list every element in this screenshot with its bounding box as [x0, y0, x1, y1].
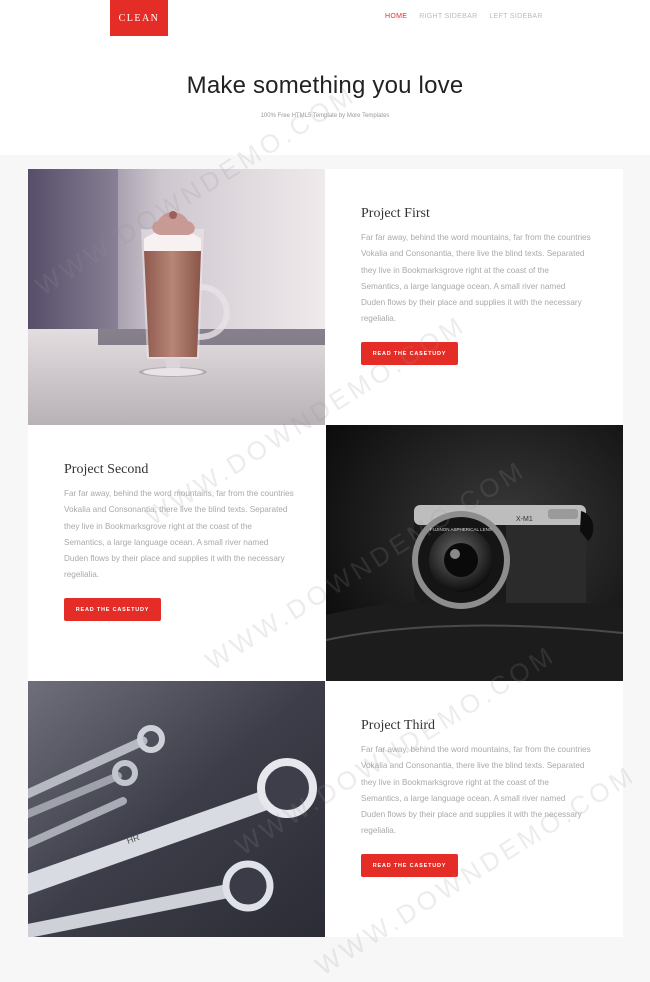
wrenches-image: HR [28, 681, 325, 937]
project-second-text: Project Second Far far away, behind the … [28, 425, 326, 681]
coffee-glass-image [28, 169, 325, 425]
project-description: Far far away, behind the word mountains,… [64, 489, 294, 580]
read-casestudy-button[interactable]: READ THE CASETUDY [361, 342, 458, 365]
camera-image: X-M1 FUJINON ASPHERICAL LENS [326, 425, 623, 681]
nav-left-sidebar-link[interactable]: LEFT SIDEBAR [489, 13, 542, 20]
lens-label-text: FUJINON ASPHERICAL LENS [430, 527, 492, 532]
project-third-block: HR Project Third Far far away, behind th… [28, 681, 623, 937]
read-casestudy-button[interactable]: READ THE CASETUDY [64, 598, 161, 621]
project-description: Far far away, behind the word mountains,… [361, 233, 591, 324]
project-title: Project Second [64, 462, 149, 477]
project-first-block: Project First Far far away, behind the w… [28, 169, 623, 425]
project-description: Far far away, behind the word mountains,… [361, 745, 591, 836]
project-first-text: Project First Far far away, behind the w… [325, 169, 623, 425]
camera-model-text: X-M1 [516, 516, 533, 523]
site-header: CLEAN HOME RIGHT SIDEBAR LEFT SIDEBAR Ma… [0, 0, 650, 155]
nav-right-sidebar-link[interactable]: RIGHT SIDEBAR [419, 13, 477, 20]
nav-home-link[interactable]: HOME [385, 13, 407, 20]
logo[interactable]: CLEAN [110, 0, 168, 36]
read-casestudy-button[interactable]: READ THE CASETUDY [361, 854, 458, 877]
hero-title: Make something you love [186, 72, 464, 99]
project-second-block: Project Second Far far away, behind the … [28, 425, 623, 681]
main-nav: HOME RIGHT SIDEBAR LEFT SIDEBAR [385, 13, 543, 20]
project-title: Project Third [361, 718, 436, 733]
project-title: Project First [361, 206, 430, 221]
hero-subtitle: 100% Free HTML5 Template by More Templat… [260, 113, 390, 119]
project-third-text: Project Third Far far away, behind the w… [325, 681, 623, 937]
